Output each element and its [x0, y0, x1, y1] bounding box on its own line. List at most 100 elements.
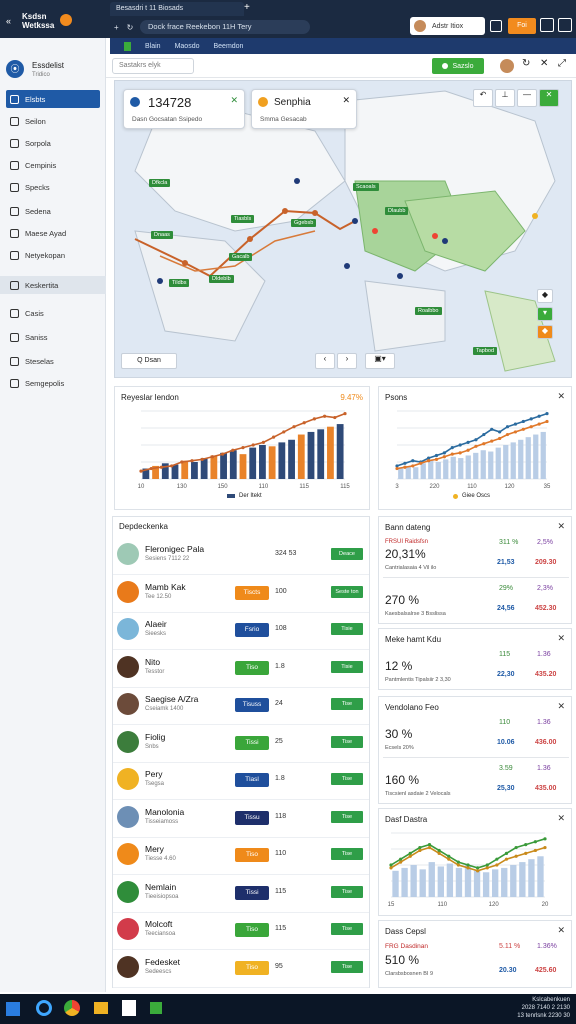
row-badge[interactable]: Tiscts [235, 585, 269, 600]
list-row[interactable]: Mamb Kak Tee 12.50 Tiscts 100 Seste ton [113, 575, 369, 613]
close-icon[interactable]: ✕ [557, 633, 565, 644]
app-icon[interactable] [150, 1002, 162, 1014]
list-row[interactable]: Saegise A/Zra Cseiamk 1400 Tisuss 24 Tise [113, 687, 369, 725]
row-badge[interactable]: Tisuss [235, 698, 269, 712]
layer-icon[interactable]: ⊥ [495, 89, 515, 107]
sidebar-item[interactable]: Elsbts [6, 90, 100, 108]
list-row[interactable]: Fedesket Sedeescs Tiso 95 Tise [113, 950, 369, 988]
list-row[interactable]: Alaeir Sieesks Fsrio 108 Tisie [113, 612, 369, 650]
row-badge[interactable]: Tissi [235, 885, 269, 900]
chrome-icon[interactable] [64, 1000, 80, 1016]
row-badge[interactable]: Tissi [235, 735, 269, 750]
close-icon[interactable]: ✕ [557, 521, 565, 532]
minus-icon[interactable]: — [517, 89, 537, 107]
view-toggle-icon[interactable]: ▣▾ [365, 353, 395, 369]
browser-tab[interactable]: Besasdri t 11 Biosads [110, 2, 244, 16]
sidebar-item[interactable]: Cempinis [6, 156, 100, 174]
forward-icon[interactable]: + [114, 23, 119, 32]
map-tag[interactable]: Dfkcla [149, 179, 171, 187]
row-badge[interactable]: Fsrio [235, 623, 269, 637]
next-icon[interactable]: › [337, 353, 357, 369]
map-tag[interactable]: Dlaubb [385, 207, 409, 215]
new-tab-icon[interactable]: + [244, 2, 250, 13]
row-badge[interactable]: Tlasl [235, 773, 269, 787]
sidebar-item[interactable]: Casis [6, 304, 100, 322]
profile-icon[interactable]: ⦿ [6, 60, 24, 78]
user-chip[interactable]: Adstr Itiox [410, 17, 485, 35]
sidebar-item[interactable]: Saniss [6, 328, 100, 346]
windows-start-icon[interactable] [6, 1002, 20, 1016]
list-row[interactable]: Pery Tsegsa Tlasl 1.8 Tise [113, 762, 369, 800]
list-row[interactable]: Fleronigec Pala Sesiens 7112 22 324 53 Deac… [113, 537, 369, 575]
map-tag[interactable]: Dnaas [151, 231, 173, 239]
row-badge[interactable]: Tiso [235, 660, 269, 675]
expand-icon[interactable]: ✕ [540, 58, 548, 69]
zoom-search[interactable]: Q Dsan [121, 353, 177, 369]
close-icon[interactable]: ✕ [557, 925, 565, 936]
map-tag[interactable]: Dldeblb [209, 275, 234, 283]
map-tag[interactable]: Tapbod [473, 347, 498, 355]
row-action-button[interactable]: Tise [331, 848, 363, 860]
document-icon[interactable] [122, 1000, 136, 1016]
list-row[interactable]: Nemlain Tieeisiopsoa Tissi 115 Tise [113, 875, 369, 913]
toolbar-avatar[interactable] [500, 59, 514, 73]
row-action-button[interactable]: Tisie [331, 660, 363, 673]
map-orange-icon[interactable]: ◆ [537, 325, 553, 339]
prev-icon[interactable]: ‹ [315, 353, 335, 369]
close-map-icon[interactable]: ✕ [539, 89, 559, 107]
refresh-icon[interactable]: ↻ [522, 58, 530, 69]
row-action-button[interactable]: Tise [331, 923, 363, 935]
menu-icon[interactable] [558, 18, 572, 32]
fullscreen-icon[interactable]: ⤢ [558, 58, 566, 69]
map-tag[interactable]: Gacalb [229, 253, 253, 261]
list-row[interactable]: Molcoft Teeciansoa Tiso 115 Tise [113, 912, 369, 950]
row-action-button[interactable]: Tise [331, 885, 363, 898]
row-action-button[interactable]: Tise [331, 735, 363, 748]
edge-icon[interactable] [36, 1000, 52, 1016]
sidebar-item[interactable]: Keskertita [0, 276, 106, 294]
sidebar-item[interactable]: Steselas [6, 352, 100, 370]
list-row[interactable]: Mery Tiesse 4.60 Tiso 110 Tise [113, 837, 369, 875]
sidebar-item[interactable]: Specks [6, 178, 100, 196]
row-badge[interactable]: Tiso [235, 960, 269, 975]
close-icon[interactable]: ✕ [230, 95, 238, 106]
map-tag[interactable]: Tiasbls [231, 215, 255, 223]
sidebar-item[interactable]: Sorpola [6, 134, 100, 152]
address-bar[interactable]: Dock frace Reekebon 11H Tery [140, 20, 310, 34]
list-row[interactable]: Fiolig Snbs Tissi 25 Tise [113, 725, 369, 763]
sidebar-item[interactable]: Sedena [6, 202, 100, 220]
close-icon[interactable]: ✕ [557, 701, 565, 712]
row-badge[interactable]: Tiso [235, 848, 269, 862]
system-tray[interactable]: Kslcabenkuen 2028 7140 2 2130 13 tenrlsn… [466, 996, 570, 1020]
row-action-button[interactable]: Deace [331, 548, 363, 560]
sidebar-item[interactable]: Semgepolis [6, 374, 100, 392]
map-tag[interactable]: Tildbs [169, 279, 190, 287]
list-row[interactable]: Manolonia Tisseiamoss Tissu 118 Tise [113, 800, 369, 838]
row-action-button[interactable]: Tise [331, 960, 363, 973]
bookmark-1[interactable]: Blain [145, 43, 161, 50]
bookmark-3[interactable]: Beemdon [213, 43, 243, 50]
stat-card-2[interactable]: Senphia Smma Gesacab ✕ [251, 89, 357, 129]
sidebar-item[interactable]: Netyekopan [6, 246, 100, 264]
folder-icon[interactable] [94, 1002, 108, 1014]
search-input[interactable]: Sastakrs elyk [112, 58, 194, 74]
bookmark-2[interactable]: Maosdo [175, 43, 200, 50]
window-icon[interactable] [490, 20, 502, 32]
reload-icon[interactable]: ↻ [127, 23, 134, 32]
map-view[interactable]: 134728 Dasn Gocsatan Ssipedo ✕ Senphia S… [114, 80, 572, 378]
map-tag[interactable]: Ggebsb [291, 219, 317, 227]
row-action-button[interactable]: Tise [331, 698, 363, 710]
sidebar-item[interactable]: Maese Ayad [6, 224, 100, 242]
row-badge[interactable]: Tiso [235, 923, 269, 937]
share-icon[interactable] [540, 18, 554, 32]
sidebar-item[interactable]: Seilon [6, 112, 100, 130]
green-action-button[interactable]: Sazslo [432, 58, 484, 74]
row-action-button[interactable]: Tisie [331, 623, 363, 635]
row-action-button[interactable]: Tise [331, 810, 363, 823]
row-badge[interactable]: Tissu [235, 810, 269, 825]
row-action-button[interactable]: Seste ton [331, 585, 363, 598]
rotate-icon[interactable]: ↶ [473, 89, 493, 107]
list-row[interactable]: Nito Tesstor Tiso 1.8 Tisie [113, 650, 369, 688]
stat-card-1[interactable]: 134728 Dasn Gocsatan Ssipedo ✕ [123, 89, 245, 129]
row-action-button[interactable]: Tise [331, 773, 363, 785]
